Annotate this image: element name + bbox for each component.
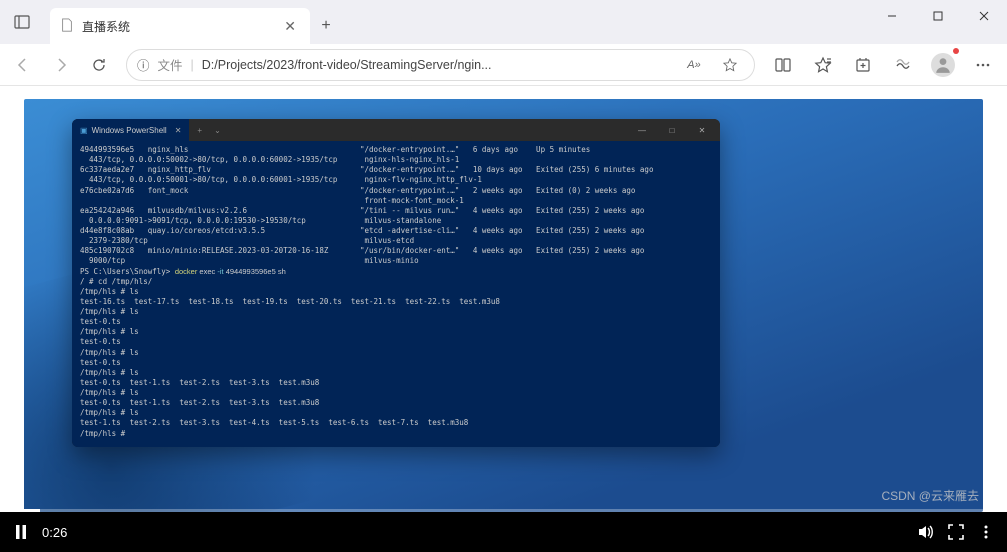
address-bar: ⓘ 文件 | D:/Projects/2023/front-video/Stre… [0, 44, 1007, 86]
video-frame[interactable]: ▣ Windows PowerShell ✕ + ⌄ — □ ✕ 4944993… [24, 99, 983, 512]
separator: | [191, 58, 194, 72]
more-options-button[interactable] [977, 523, 995, 541]
volume-button[interactable] [917, 523, 935, 541]
minimize-button[interactable] [869, 0, 915, 32]
fullscreen-button[interactable] [947, 523, 965, 541]
ps-new-tab[interactable]: + [189, 126, 210, 135]
tab-actions-button[interactable] [0, 0, 44, 44]
ps-dropdown[interactable]: ⌄ [210, 126, 225, 135]
ps-tab-close[interactable]: ✕ [175, 126, 182, 135]
close-tab-button[interactable]: ✕ [280, 16, 300, 37]
maximize-button[interactable] [915, 0, 961, 32]
file-icon [60, 18, 74, 35]
tab-title: 直播系统 [82, 18, 130, 35]
url-scheme-label: 文件 [158, 55, 183, 74]
ps-titlebar: ▣ Windows PowerShell ✕ + ⌄ — □ ✕ [72, 119, 720, 141]
split-screen-icon[interactable] [765, 48, 801, 82]
new-tab-button[interactable]: + [310, 8, 342, 44]
video-time: 0:26 [42, 525, 67, 540]
forward-button[interactable] [44, 48, 78, 82]
url-field[interactable]: ⓘ 文件 | D:/Projects/2023/front-video/Stre… [126, 49, 755, 81]
info-icon[interactable]: ⓘ [137, 55, 150, 74]
ps-close[interactable]: ✕ [688, 121, 716, 139]
refresh-button[interactable] [82, 48, 116, 82]
video-player: ▣ Windows PowerShell ✕ + ⌄ — □ ✕ 4944993… [0, 86, 1007, 552]
ps-maximize[interactable]: □ [658, 121, 686, 139]
more-button[interactable] [965, 48, 1001, 82]
close-window-button[interactable] [961, 0, 1007, 32]
terminal-output: 4944993596e5 nginx_hls "/docker-entrypoi… [72, 141, 720, 447]
avatar-icon [931, 53, 955, 77]
browser-titlebar: 直播系统 ✕ + [0, 0, 1007, 44]
video-controls: 0:26 [0, 512, 1007, 552]
performance-icon[interactable] [885, 48, 921, 82]
watermark: CSDN @云来雁去 [881, 487, 979, 504]
page-viewport: ▣ Windows PowerShell ✕ + ⌄ — □ ✕ 4944993… [0, 86, 1007, 552]
url-text: D:/Projects/2023/front-video/StreamingSe… [202, 58, 672, 72]
ps-minimize[interactable]: — [628, 121, 656, 139]
favorites-icon[interactable] [805, 48, 841, 82]
ps-tab-title: Windows PowerShell [92, 126, 167, 135]
collections-icon[interactable] [845, 48, 881, 82]
browser-tab[interactable]: 直播系统 ✕ [50, 8, 310, 44]
read-aloud-icon[interactable]: A» [680, 59, 708, 71]
powershell-window: ▣ Windows PowerShell ✕ + ⌄ — □ ✕ 4944993… [72, 119, 720, 447]
back-button[interactable] [6, 48, 40, 82]
powershell-icon: ▣ [80, 126, 88, 135]
window-controls [869, 0, 1007, 44]
profile-button[interactable] [925, 48, 961, 82]
pause-button[interactable] [12, 523, 30, 541]
favorite-icon[interactable] [716, 58, 744, 72]
ps-tab[interactable]: ▣ Windows PowerShell ✕ [72, 119, 189, 141]
